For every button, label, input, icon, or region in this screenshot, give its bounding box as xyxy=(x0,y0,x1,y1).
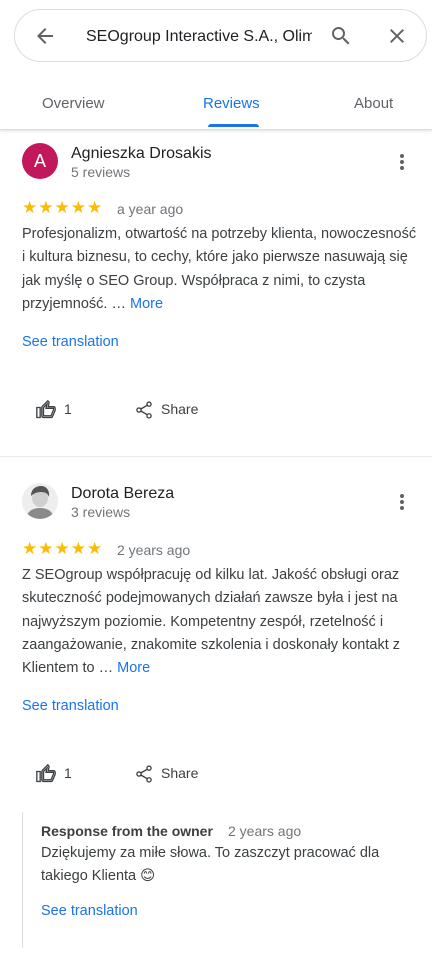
share-icon xyxy=(136,401,152,419)
review-date: 2 years ago xyxy=(117,542,191,558)
owner-response-text: Dziękujemy za miłe słowa. To zaszczyt pr… xyxy=(41,845,380,884)
reviewer-name[interactable]: Dorota Bereza xyxy=(71,484,174,504)
reviewer-review-count: 3 reviews xyxy=(71,504,131,520)
review-text: Z SEOgroup współpracuję od kilku lat. Ja… xyxy=(22,564,422,680)
owner-response-date: 2 years ago xyxy=(228,823,302,839)
like-button[interactable]: 1 xyxy=(36,398,86,420)
review-date: a year ago xyxy=(117,201,184,217)
more-link[interactable]: More xyxy=(130,296,163,312)
star-rating: ★★★★★ xyxy=(22,539,104,558)
reviewer-name[interactable]: Agnieszka Drosakis xyxy=(71,144,212,164)
see-translation-link[interactable]: See translation xyxy=(22,697,119,715)
arrow-back-icon[interactable] xyxy=(33,24,57,48)
like-count: 1 xyxy=(64,765,72,781)
avatar[interactable] xyxy=(22,483,58,519)
search-input[interactable]: SEOgroup Interactive S.A., Olim xyxy=(86,26,312,48)
review-text: Profesjonalizm, otwartość na potrzeby kl… xyxy=(22,223,422,316)
thumb-up-icon xyxy=(36,764,56,783)
close-icon[interactable] xyxy=(385,24,409,48)
owner-response-title: Response from the owner xyxy=(41,823,213,839)
more-vert-icon[interactable] xyxy=(396,152,408,172)
tab-about[interactable]: About xyxy=(354,94,393,114)
review-text-body: Z SEOgroup współpracuję od kilku lat. Ja… xyxy=(22,567,401,677)
active-tab-indicator xyxy=(208,124,259,127)
share-icon xyxy=(136,765,152,783)
share-label: Share xyxy=(161,401,199,417)
like-button[interactable]: 1 xyxy=(36,762,86,784)
more-link[interactable]: More xyxy=(117,660,150,676)
see-translation-link[interactable]: See translation xyxy=(22,333,119,351)
tab-overview[interactable]: Overview xyxy=(42,94,105,114)
like-count: 1 xyxy=(64,401,72,417)
reviewer-review-count: 5 reviews xyxy=(71,164,131,180)
search-bar[interactable]: SEOgroup Interactive S.A., Olim xyxy=(14,9,427,62)
more-vert-icon[interactable] xyxy=(396,492,408,512)
thumb-up-icon xyxy=(36,400,56,419)
tab-bar: Overview Reviews About xyxy=(0,78,432,130)
see-translation-link[interactable]: See translation xyxy=(41,902,138,920)
star-rating: ★★★★★ xyxy=(22,198,104,217)
avatar[interactable]: A xyxy=(22,143,58,179)
share-label: Share xyxy=(161,765,199,781)
search-icon[interactable] xyxy=(329,24,353,48)
tab-reviews[interactable]: Reviews xyxy=(203,94,260,114)
review-divider xyxy=(0,456,432,457)
review-text-body: Profesjonalizm, otwartość na potrzeby kl… xyxy=(22,226,417,312)
owner-response: Response from the owner 2 years ago Dzię… xyxy=(22,812,422,948)
share-button[interactable]: Share xyxy=(134,762,214,784)
share-button[interactable]: Share xyxy=(134,398,214,420)
